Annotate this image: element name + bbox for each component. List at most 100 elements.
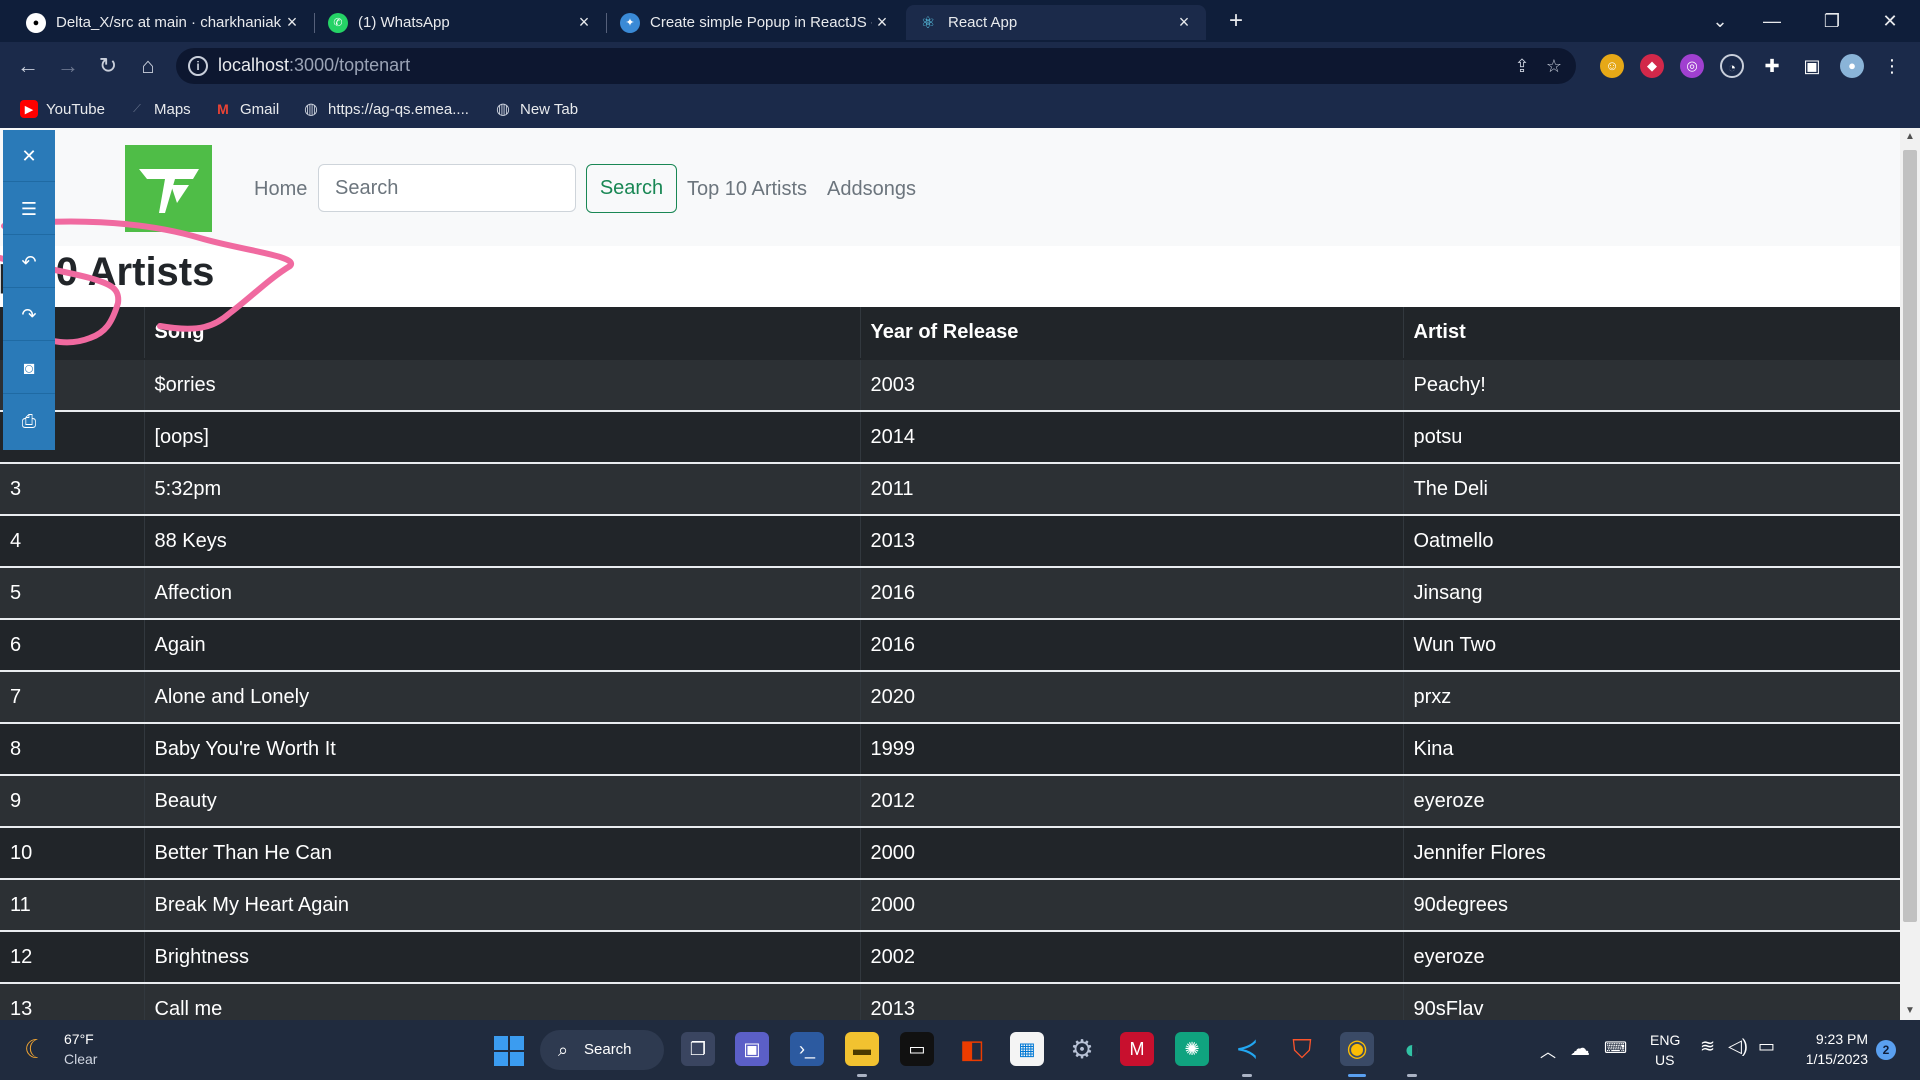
chatgpt-icon[interactable]: ✺ <box>1175 1032 1209 1066</box>
side-panel-icon[interactable]: ▣ <box>1800 54 1824 78</box>
search-input[interactable] <box>318 164 576 212</box>
camera-icon[interactable]: ◙ <box>3 342 55 394</box>
start-tile <box>510 1052 524 1066</box>
annotation-toolbar: ✕ ☰ ↶ ↷ ◙ ⎙ <box>3 130 55 450</box>
nav-addsongs-link[interactable]: Addsongs <box>827 178 916 201</box>
extension-icon[interactable]: ◔ <box>1720 54 1744 78</box>
artist-cell: eyeroze <box>1402 931 1900 984</box>
bookmark-ag-qs[interactable]: ◍ https://ag-qs.emea.... <box>302 98 469 120</box>
tab-github[interactable]: ● Delta_X/src at main · charkhaniak × <box>14 5 314 40</box>
bookmark-new-tab[interactable]: ◍ New Tab <box>494 98 578 120</box>
bookmark-youtube[interactable]: ▶ YouTube <box>20 98 105 120</box>
keyboard-icon[interactable]: ⌨ <box>1604 1038 1627 1058</box>
language-indicator[interactable]: ENG <box>1650 1032 1680 1048</box>
minimize-button[interactable]: — <box>1752 5 1792 37</box>
site-navbar: Home Search Top 10 Artists Addsongs <box>0 128 1900 246</box>
page-scrollbar[interactable]: ▲ ▼ <box>1900 128 1920 1020</box>
tab-search-icon[interactable]: ⌄ <box>1700 5 1740 37</box>
row-number: 5 <box>0 567 144 620</box>
tab-separator <box>314 13 315 33</box>
address-bar[interactable]: i localhost:3000/toptenart ⇪ ☆ <box>176 48 1576 84</box>
extension-icon[interactable]: ☺ <box>1600 54 1624 78</box>
chrome-icon[interactable]: ◉ <box>1340 1032 1374 1066</box>
row-number: 7 <box>0 671 144 724</box>
powershell-icon[interactable]: ›_ <box>790 1032 824 1066</box>
microsoft-store-icon[interactable]: ▦ <box>1010 1032 1044 1066</box>
artist-cell: Peachy! <box>1402 359 1900 412</box>
year-cell: 2013 <box>859 983 1403 1020</box>
close-icon[interactable]: × <box>872 12 892 33</box>
taskbar-search[interactable]: ⌕ Search <box>540 1030 664 1070</box>
running-indicator <box>1407 1074 1417 1077</box>
terminal-icon[interactable]: ▭ <box>900 1032 934 1066</box>
close-icon[interactable]: × <box>1174 12 1194 33</box>
window-close-button[interactable]: ✕ <box>1870 5 1910 37</box>
onedrive-cloud-icon[interactable]: ☁ <box>1570 1036 1590 1061</box>
scroll-down-icon[interactable]: ▼ <box>1900 1002 1920 1020</box>
song-cell: Break My Heart Again <box>143 879 860 932</box>
task-view-icon[interactable]: ❐ <box>681 1032 715 1066</box>
puzzle-icon[interactable]: ✚ <box>1760 54 1784 78</box>
profile-avatar[interactable]: ● <box>1840 54 1864 78</box>
wifi-icon[interactable]: ≋ <box>1700 1036 1715 1057</box>
table-row: 6 Again 2016 Wun Two <box>0 619 1900 672</box>
close-icon[interactable]: × <box>574 12 594 33</box>
reload-button[interactable]: ↻ <box>92 50 124 82</box>
windows-start-button[interactable] <box>494 1036 524 1066</box>
song-cell: Better Than He Can <box>143 827 860 880</box>
bookmark-maps[interactable]: ⟋ Maps <box>128 98 191 120</box>
menu-icon[interactable]: ☰ <box>3 183 55 235</box>
info-icon[interactable]: i <box>188 56 208 76</box>
tab-react-app[interactable]: ⚛ React App × <box>906 5 1206 40</box>
undo-icon[interactable]: ↶ <box>3 236 55 288</box>
battery-icon[interactable]: ▭ <box>1758 1036 1775 1057</box>
redo-icon[interactable]: ↷ <box>3 289 55 341</box>
bookmark-label: Gmail <box>240 100 280 118</box>
close-icon[interactable]: × <box>282 12 302 33</box>
extension-icon[interactable]: ◆ <box>1640 54 1664 78</box>
globe-icon: ◍ <box>304 101 318 118</box>
site-logo[interactable] <box>125 145 212 232</box>
tab-whatsapp[interactable]: ✆ (1) WhatsApp × <box>316 5 606 40</box>
teams-chat-icon[interactable]: ▣ <box>735 1032 769 1066</box>
edge-icon[interactable]: ◐ <box>1395 1032 1429 1066</box>
bookmark-star-icon[interactable]: ☆ <box>1542 54 1566 78</box>
share-icon[interactable]: ⇪ <box>1510 54 1534 78</box>
file-explorer-icon[interactable]: ▬ <box>845 1032 879 1066</box>
search-button[interactable]: Search <box>586 164 677 213</box>
weather-description[interactable]: Clear <box>64 1051 97 1067</box>
settings-gear-icon[interactable]: ⚙ <box>1065 1032 1099 1066</box>
row-number: 10 <box>0 827 144 880</box>
restore-button[interactable]: ❐ <box>1812 5 1852 37</box>
tab-title: Delta_X/src at main · charkhaniak <box>56 14 282 31</box>
forward-button[interactable]: → <box>52 50 84 82</box>
nav-home-link[interactable]: Home <box>254 178 307 201</box>
chevron-up-icon[interactable]: ︿ <box>1540 1038 1556 1062</box>
vscode-icon[interactable]: ≺ <box>1230 1032 1264 1066</box>
close-icon[interactable]: ✕ <box>3 130 55 182</box>
song-cell: $orries <box>143 359 860 412</box>
menu-icon[interactable]: ⋮ <box>1880 54 1904 78</box>
nav-top10-link[interactable]: Top 10 Artists <box>687 178 807 201</box>
notification-badge[interactable]: 2 <box>1876 1040 1896 1060</box>
home-button[interactable]: ⌂ <box>132 50 164 82</box>
moon-icon[interactable]: ☾ <box>24 1034 54 1064</box>
print-icon[interactable]: ⎙ <box>3 395 55 447</box>
weather-temperature[interactable]: 67°F <box>64 1031 94 1047</box>
mcafee-icon[interactable]: M <box>1120 1032 1154 1066</box>
brave-icon[interactable]: ⛉ <box>1285 1032 1319 1066</box>
tab-popup[interactable]: ✦ Create simple Popup in ReactJS - × <box>608 5 904 40</box>
year-cell: 2013 <box>859 515 1403 568</box>
clock-date[interactable]: 1/15/2023 <box>1798 1051 1868 1067</box>
extension-icon[interactable]: ◎ <box>1680 54 1704 78</box>
new-tab-button[interactable]: + <box>1222 8 1250 36</box>
scroll-up-icon[interactable]: ▲ <box>1900 128 1920 146</box>
scroll-thumb[interactable] <box>1903 150 1917 922</box>
table-row: 12 Brightness 2002 eyeroze <box>0 931 1900 984</box>
language-region[interactable]: US <box>1655 1052 1674 1068</box>
clock-time[interactable]: 9:23 PM <box>1812 1031 1868 1047</box>
back-button[interactable]: ← <box>12 50 44 82</box>
bookmark-gmail[interactable]: M Gmail <box>214 98 279 120</box>
office-icon[interactable]: ◧ <box>955 1032 989 1066</box>
volume-icon[interactable]: ◁) <box>1728 1036 1748 1057</box>
